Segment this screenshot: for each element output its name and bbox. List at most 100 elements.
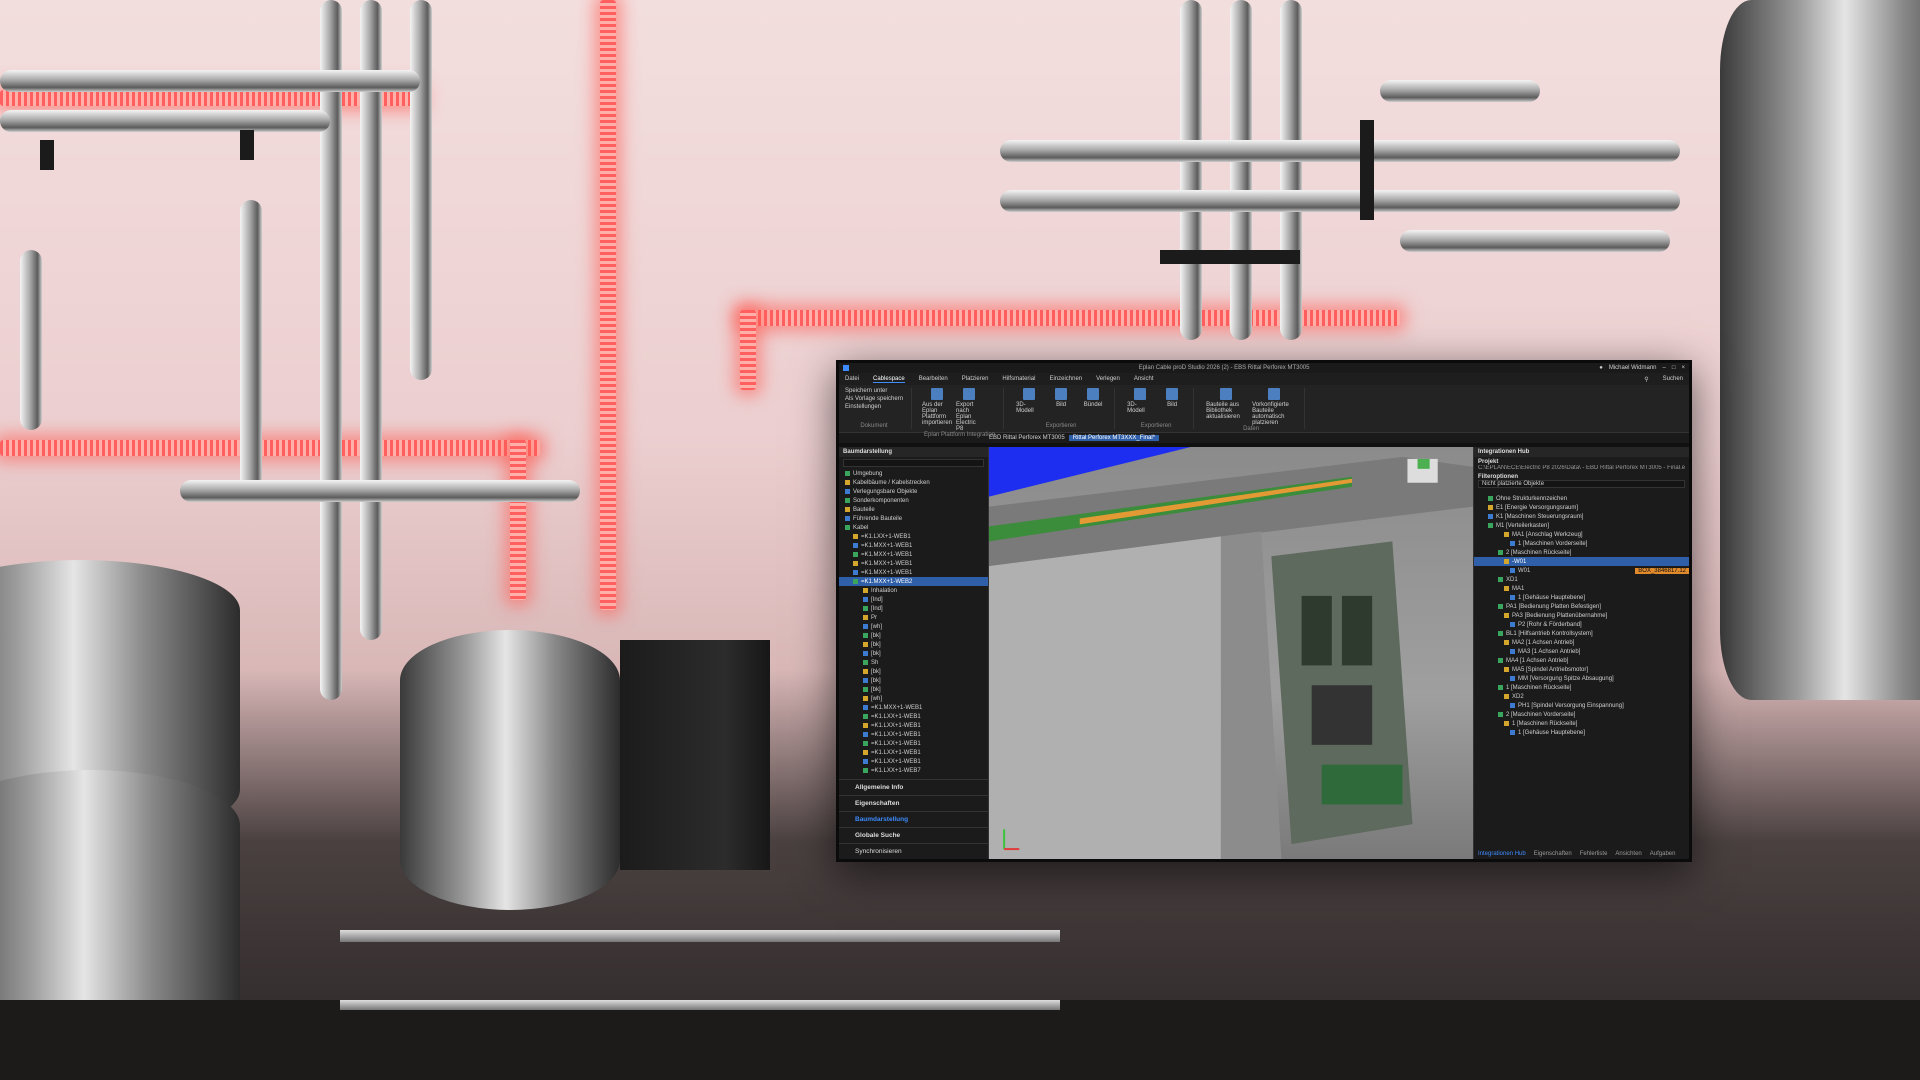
tree-item[interactable]: M1 [Verteilerkasten]	[1474, 521, 1689, 530]
menu-tab-einzeichnen[interactable]: Einzeichnen	[1049, 376, 1082, 382]
tree-item[interactable]: PH1 [Spindel Versorgung Einspannung]	[1474, 701, 1689, 710]
tree-item[interactable]: =K1.MXX+1-WEB1	[839, 568, 988, 577]
menu-tab-cablespace[interactable]: Cablespace	[873, 376, 905, 383]
software-window[interactable]: Eplan Cable proD Studio 2026 (2) - EBS R…	[836, 360, 1692, 862]
tree-item[interactable]: [wh]	[839, 694, 988, 703]
save-template-button[interactable]: Als Vorlage speichern	[845, 396, 903, 402]
tree-item[interactable]: Pr	[839, 613, 988, 622]
save-as-button[interactable]: Speichern unter	[845, 388, 903, 394]
tree-item[interactable]: Inhalation	[839, 586, 988, 595]
tab-views[interactable]: Ansichten	[1615, 851, 1641, 857]
tree-item[interactable]: XD2	[1474, 692, 1689, 701]
view-cube-top[interactable]	[1417, 458, 1430, 469]
export-3d-button-2[interactable]: 3D-Modell	[1127, 388, 1153, 414]
section-tree-view[interactable]: Baumdarstellung	[839, 811, 988, 827]
tree-item[interactable]: W01 BOX_3846817.12	[1474, 566, 1689, 575]
tree-item[interactable]: [Ind]	[839, 604, 988, 613]
search-label[interactable]: Suchen	[1663, 376, 1683, 382]
tree-item[interactable]: =K1.LXX+1-WEB1	[839, 721, 988, 730]
tree-item[interactable]: Ohne Strukturkennzeichen	[1474, 494, 1689, 503]
tree-item[interactable]: 2 [Maschinen Vorderseite]	[1474, 710, 1689, 719]
tree-item[interactable]: =K1.MXX+1-WEB1	[839, 541, 988, 550]
tree-item[interactable]: Verlegungsbare Objekte	[839, 487, 988, 496]
tree-item[interactable]: [bk]	[839, 649, 988, 658]
section-global-search[interactable]: Globale Suche	[839, 827, 988, 843]
tree-item[interactable]: [bk]	[839, 685, 988, 694]
tree-item[interactable]: E1 [Energie Versorgungsraum]	[1474, 503, 1689, 512]
tree-item[interactable]: MA2 [1 Achsen Antrieb]	[1474, 638, 1689, 647]
tree-item[interactable]: MA1	[1474, 584, 1689, 593]
tab-integration-hub[interactable]: Integrationen Hub	[1478, 851, 1526, 857]
sync-button[interactable]: Synchronisieren	[839, 843, 988, 859]
close-button[interactable]: ×	[1681, 365, 1685, 371]
tree-item[interactable]: PA1 [Bedienung Platten Befestigen]	[1474, 602, 1689, 611]
section-properties[interactable]: Eigenschaften	[839, 795, 988, 811]
export-3d-button[interactable]: 3D-Modell	[1016, 388, 1042, 414]
update-library-button[interactable]: Bauteile aus Bibliothek aktualisieren	[1206, 388, 1246, 426]
tree-item[interactable]: =K1.MXX+1-WEB1	[839, 703, 988, 712]
tree-item[interactable]: K1 [Maschinen Steuerungsraum]	[1474, 512, 1689, 521]
3d-viewport[interactable]	[989, 447, 1473, 859]
tree-item[interactable]: =K1.LXX+1-WEB1	[839, 532, 988, 541]
tree-item[interactable]: MA4 [1 Achsen Antrieb]	[1474, 656, 1689, 665]
tree-item[interactable]: Kabelbäume / Kabelstrecken	[839, 478, 988, 487]
export-bundle-button[interactable]: Bündel	[1080, 388, 1106, 414]
tree-item[interactable]: Bauteile	[839, 505, 988, 514]
menu-tab-hilfsmaterial[interactable]: Hilfsmaterial	[1002, 376, 1035, 382]
tree-item[interactable]: Sonderkomponenten	[839, 496, 988, 505]
tree-item[interactable]: =K1.LXX+1-WEB1	[839, 739, 988, 748]
doc-tab-final[interactable]: Rittal Perforex MT3XXX_Final*	[1068, 435, 1160, 441]
tree-item[interactable]: [bk]	[839, 676, 988, 685]
search-icon[interactable]: ⚲	[1644, 376, 1648, 383]
export-p8-button[interactable]: Export nach Eplan Electric P8	[956, 388, 982, 432]
tree-item[interactable]: [bk]	[839, 640, 988, 649]
tree-item[interactable]: XD1	[1474, 575, 1689, 584]
tree-item[interactable]: =K1.MXX+1-WEB1	[839, 550, 988, 559]
tree-item[interactable]: 1 [Maschinen Rückseite]	[1474, 683, 1689, 692]
tree-item[interactable]: 2 [Maschinen Rückseite]	[1474, 548, 1689, 557]
settings-button[interactable]: Einstellungen	[845, 404, 903, 410]
maximize-button[interactable]: □	[1672, 365, 1676, 371]
tree-item[interactable]: MA5 [Spindel Antriebsmotor]	[1474, 665, 1689, 674]
tree-item[interactable]: =K1.LXX+1-WEB1	[839, 757, 988, 766]
export-image-button[interactable]: Bild	[1048, 388, 1074, 414]
tree-item[interactable]: Sh	[839, 658, 988, 667]
menu-tab-bearbeiten[interactable]: Bearbeiten	[919, 376, 948, 382]
minimize-button[interactable]: –	[1663, 365, 1666, 371]
section-general-info[interactable]: Allgemeine Info	[839, 779, 988, 795]
tab-tasks[interactable]: Aufgaben	[1650, 851, 1676, 857]
tree-item[interactable]: Kabel	[839, 523, 988, 532]
tree-item[interactable]: Führende Bauteile	[839, 514, 988, 523]
tree-search-input[interactable]	[843, 459, 984, 467]
tree-item[interactable]: [bk]	[839, 667, 988, 676]
import-platform-button[interactable]: Aus der Eplan Plattform importieren	[922, 388, 952, 432]
menu-tab-platzieren[interactable]: Platzieren	[962, 376, 989, 382]
filter-dropdown[interactable]: Nicht platzierte Objekte	[1478, 480, 1685, 488]
tree-item[interactable]: =K1.LXX+1-WEB7	[839, 766, 988, 775]
tab-properties[interactable]: Eigenschaften	[1534, 851, 1572, 857]
menu-tab-datei[interactable]: Datei	[845, 376, 859, 382]
tree-item[interactable]: PA3 [Bedienung Plattenübernahme]	[1474, 611, 1689, 620]
export-image-button-2[interactable]: Bild	[1159, 388, 1185, 414]
tree-item[interactable]: MM [Versorgung Spitze Absaugung]	[1474, 674, 1689, 683]
doc-tab-ebd[interactable]: EBD Rittal Perforex MT3005	[989, 435, 1065, 441]
tree-item[interactable]: =K1.LXX+1-WEB1	[839, 748, 988, 757]
tree-item[interactable]: =K1.MXX+1-WEB2	[839, 577, 988, 586]
tree-item[interactable]: =K1.LXX+1-WEB1	[839, 730, 988, 739]
auto-place-button[interactable]: Vorkonfigierte Bauteile automatisch plat…	[1252, 388, 1296, 426]
tree-item[interactable]: MA3 [1 Achsen Antrieb]	[1474, 647, 1689, 656]
tree-item[interactable]: -W01	[1474, 557, 1689, 566]
tab-error-list[interactable]: Fehlerliste	[1580, 851, 1608, 857]
tree-item[interactable]: =K1.LXX+1-WEB1	[839, 712, 988, 721]
tree-item[interactable]: [bk]	[839, 631, 988, 640]
tree-item[interactable]: MA1 [Anschlag Werkzeug]	[1474, 530, 1689, 539]
tree-item[interactable]: 1 [Maschinen Rückseite]	[1474, 719, 1689, 728]
tree-item[interactable]: 1 [Maschinen Vorderseite]	[1474, 539, 1689, 548]
tree-item[interactable]: BL1 [Hilfsantrieb Kontrollsystem]	[1474, 629, 1689, 638]
tree-item[interactable]: =K1.MXX+1-WEB1	[839, 559, 988, 568]
tree-item[interactable]: 1 [Gehäuse Hauptebene]	[1474, 728, 1689, 737]
tree-item[interactable]: [wh]	[839, 622, 988, 631]
tree-item[interactable]: P2 [Rohr & Förderband]	[1474, 620, 1689, 629]
tree-item[interactable]: Umgebung	[839, 469, 988, 478]
menu-tab-verlegen[interactable]: Verlegen	[1096, 376, 1120, 382]
